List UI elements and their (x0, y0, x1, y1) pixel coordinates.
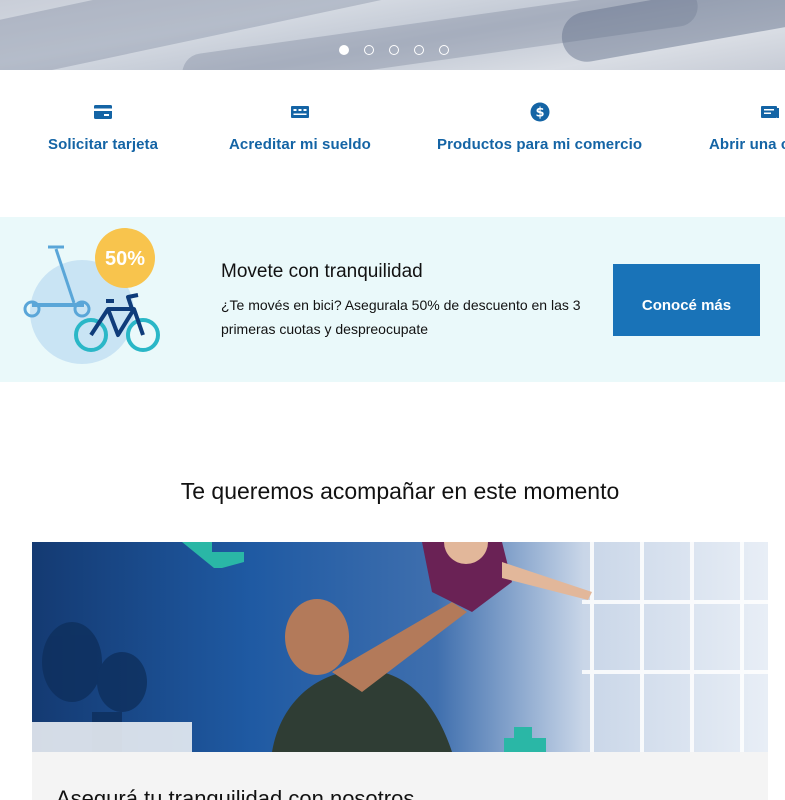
father-daughter-photo (32, 542, 768, 752)
carousel-dot-3[interactable] (389, 45, 399, 55)
quick-link-label: Acreditar mi sueldo (229, 136, 371, 153)
insurance-card[interactable]: Asegurá tu tranquilidad con nosotros (32, 542, 768, 800)
quick-link-solicitar-tarjeta[interactable]: Solicitar tarjeta (48, 102, 158, 153)
quick-link-label: Solicitar tarjeta (48, 136, 159, 153)
salary-icon (290, 106, 309, 118)
promo-banner: 50% Movete con tranquilidad ¿Te movés en… (0, 217, 785, 382)
account-icon (761, 106, 779, 118)
conoce-mas-button[interactable]: Conocé más (613, 264, 760, 336)
quick-links: Solicitar tarjeta Acreditar mi sueldo $ … (0, 70, 785, 217)
promo-title: Movete con tranquilidad (221, 261, 423, 282)
card-title: Asegurá tu tranquilidad con nosotros (56, 786, 415, 800)
promo-description: ¿Te movés en bici? Asegurala 50% de desc… (221, 297, 581, 337)
section-title: Te queremos acompañar en este momento (180, 478, 620, 504)
dollar-coin-icon: $ (530, 102, 550, 122)
quick-link-productos-comercio[interactable]: $ Productos para mi comercio (437, 102, 642, 153)
bicycle-scooter-illustration: 50% (23, 228, 160, 364)
quick-link-abrir-cuenta[interactable]: Abrir una cuenta (709, 102, 785, 153)
carousel-dots (339, 45, 449, 55)
carousel-dot-2[interactable] (364, 45, 374, 55)
carousel-dot-1[interactable] (339, 45, 349, 55)
quick-link-acreditar-sueldo[interactable]: Acreditar mi sueldo (229, 102, 371, 153)
svg-text:$: $ (535, 106, 544, 121)
button-label: Conocé más (641, 297, 732, 314)
carousel-dot-5[interactable] (439, 45, 449, 55)
quick-link-label: Productos para mi comercio (437, 136, 643, 153)
quick-link-label: Abrir una cuenta (709, 136, 785, 153)
carousel-dot-4[interactable] (414, 45, 424, 55)
discount-badge: 50% (105, 248, 145, 270)
hero-carousel (0, 0, 785, 70)
card-icon (94, 105, 113, 119)
